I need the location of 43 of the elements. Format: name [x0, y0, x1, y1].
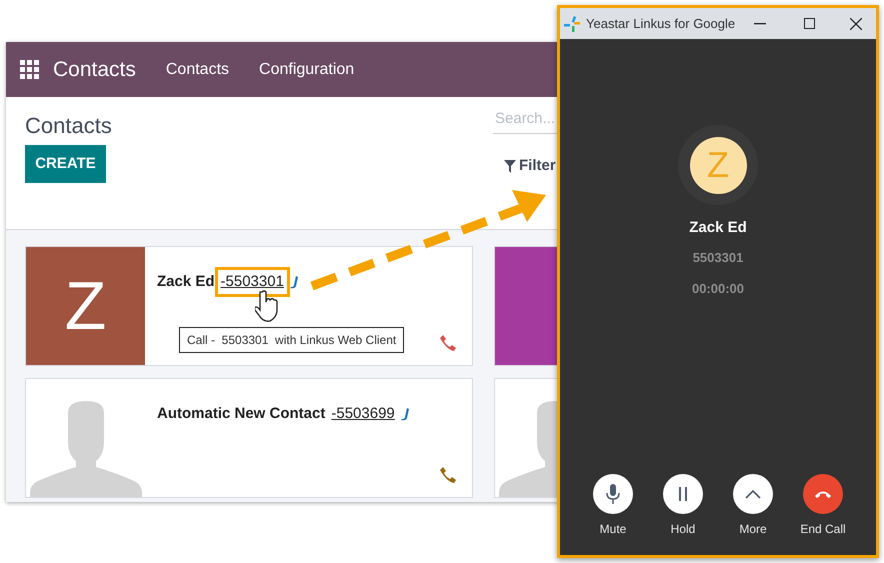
phone-icon[interactable]: [440, 467, 456, 483]
pointer-cursor-icon: [255, 290, 279, 322]
app-logo-icon: [564, 16, 580, 32]
mute-button[interactable]: [593, 474, 633, 514]
pause-icon: [679, 487, 687, 501]
page-title: Contacts: [25, 112, 112, 140]
app-title[interactable]: Contacts: [53, 54, 136, 86]
end-button[interactable]: [803, 474, 843, 514]
contact-name: Zack Ed: [157, 272, 215, 292]
phone-icon[interactable]: [440, 335, 456, 351]
create-button[interactable]: CREATE: [25, 145, 106, 183]
more-button[interactable]: [733, 474, 773, 514]
caller-number: 5503301: [692, 248, 744, 266]
contact-card[interactable]: Automatic New Contact -5503699: [25, 378, 473, 498]
phone-icon[interactable]: [400, 407, 410, 421]
microphone-icon: [606, 484, 620, 504]
call-timer: 00:00:00: [692, 280, 744, 298]
close-icon[interactable]: [850, 18, 862, 30]
phone-link[interactable]: -5503699: [325, 399, 401, 429]
minimize-icon[interactable]: [754, 22, 766, 24]
person-silhouette-icon: [28, 401, 144, 497]
menu-item[interactable]: Contacts: [166, 58, 230, 82]
contact-name: Automatic New Contact: [157, 404, 326, 424]
menu-item[interactable]: Configuration: [259, 58, 354, 82]
chevron-up-icon: [745, 490, 761, 498]
action-label: End Call: [800, 521, 846, 538]
apps-grid-icon[interactable]: [20, 60, 39, 79]
window-title: Yeastar Linkus for Google: [586, 14, 736, 33]
filters-button[interactable]: Filter: [504, 155, 556, 178]
maximize-icon[interactable]: [804, 18, 815, 29]
tooltip: Call - 5503301 with Linkus Web Client: [179, 327, 404, 353]
action-label: More: [739, 521, 767, 538]
search-field[interactable]: Search...: [493, 104, 560, 134]
action-label: Mute: [600, 521, 626, 538]
hold-button[interactable]: [663, 474, 703, 514]
caller-name: Zack Ed: [689, 218, 747, 238]
action-label: Hold: [670, 521, 696, 538]
hang-up-icon: [815, 490, 831, 498]
phone-icon[interactable]: [290, 275, 299, 289]
filter-icon: [504, 160, 516, 173]
contact-avatar: Z: [26, 247, 145, 365]
phone-link[interactable]: -5503301: [214, 267, 290, 297]
caller-avatar: Z: [690, 136, 746, 194]
